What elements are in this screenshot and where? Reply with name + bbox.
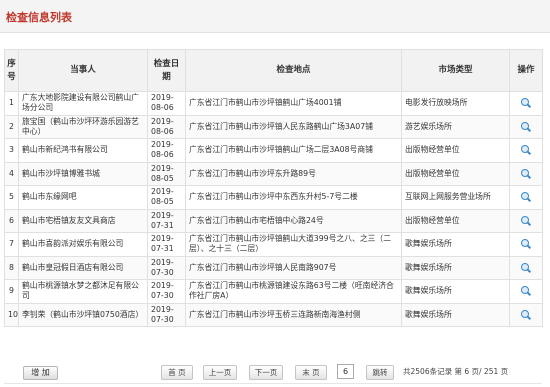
- cell-operation: [509, 91, 543, 116]
- cell-date: 2019-08-06: [147, 138, 186, 163]
- cell-location: 广东省江门市鹤山市沙坪中东西东升村5-7号二楼: [185, 185, 402, 210]
- cell-party: 李钊荣（鹤山市沙坪镇0750酒店）: [18, 302, 148, 327]
- cell-operation: [509, 208, 543, 233]
- cell-date: 2019-07-30: [147, 255, 186, 280]
- cell-party: 鹤山市桃源镇水梦之都沐足有限公司: [18, 279, 148, 304]
- title-bar: 检查信息列表: [0, 0, 550, 33]
- first-page-button[interactable]: 首 页: [161, 365, 193, 380]
- cell-party: 鹤山市新纪鸿书有限公司: [18, 138, 148, 163]
- cell-date: 2019-07-30: [147, 279, 186, 304]
- cell-location: 广东省江门市鹤山市沙坪镇鹤山大道399号之八、之三（二层）、之十三（二层）: [185, 232, 402, 257]
- table-row: 7 鹤山市喜韵派对娱乐有限公司 2019-07-31 广东省江门市鹤山市沙坪镇鹤山大道…: [4, 232, 543, 257]
- search-icon[interactable]: [521, 121, 531, 132]
- cell-operation: [509, 185, 543, 210]
- table-row: 2 旅宝国（鹤山市沙坪环游乐园游艺中心） 2019-08-06 广东省江门市鹤山市沙坪…: [4, 114, 543, 139]
- search-icon[interactable]: [521, 145, 531, 155]
- cell-no: 5: [4, 185, 19, 210]
- cell-operation: [509, 302, 543, 327]
- cell-operation: [509, 255, 543, 280]
- cell-no: 7: [4, 232, 19, 257]
- cell-no: 9: [4, 279, 19, 304]
- add-button[interactable]: 增 加: [23, 366, 58, 380]
- cell-location: 广东省江门市鹤山市沙坪玉桥三连路新南海渔村侧: [185, 302, 402, 327]
- table-row: 1 广东大地影院建设有限公司鹤山广场分公司 2019-08-06 广东省江门市鹤山市沙…: [4, 91, 543, 116]
- cell-market-type: 互联网上网服务营业场所: [401, 185, 510, 210]
- cell-market-type: 电影发行放映场所: [401, 91, 510, 116]
- cell-market-type: 歌舞娱乐场所: [401, 279, 510, 304]
- cell-date: 2019-08-05: [147, 185, 186, 210]
- cell-market-type: 出版物经营单位: [401, 138, 510, 163]
- cell-date: 2019-07-31: [147, 208, 186, 233]
- search-icon[interactable]: [521, 239, 531, 249]
- page-title: 检查信息列表: [6, 11, 72, 24]
- cell-location: 广东省江门市鹤山市宅梧镇中心路24号: [185, 208, 402, 233]
- cell-no: 6: [4, 208, 19, 233]
- cell-no: 2: [4, 114, 19, 139]
- cell-date: 2019-07-31: [147, 232, 186, 257]
- cell-market-type: 歌舞娱乐场所: [401, 255, 510, 280]
- cell-operation: [509, 232, 543, 257]
- table-row: 5 鹤山市东缘网吧 2019-08-05 广东省江门市鹤山市沙坪中东西东升村5-7号二…: [4, 185, 543, 210]
- cell-no: 1: [4, 91, 19, 116]
- cell-party: 旅宝国（鹤山市沙坪环游乐园游艺中心）: [18, 114, 148, 139]
- cell-party: 鹤山市喜韵派对娱乐有限公司: [18, 232, 148, 257]
- header-no: 序号: [4, 49, 19, 92]
- cell-location: 广东省江门市鹤山市沙坪镇人民南路907号: [185, 255, 402, 280]
- table-row: 4 鹤山市沙坪镇博雅书城 2019-08-05 广东省江门市鹤山市沙坪东升路89号 出版…: [4, 161, 543, 186]
- cell-party: 鹤山市皇冠假日酒店有限公司: [18, 255, 148, 280]
- cell-operation: [509, 138, 543, 163]
- cell-location: 广东省江门市鹤山市沙坪镇鹤山广场二层3A08号商铺: [185, 138, 402, 163]
- cell-operation: [509, 114, 543, 139]
- cell-party: 广东大地影院建设有限公司鹤山广场分公司: [18, 91, 148, 116]
- pager-info: 共2506条记录 第 6 页/ 251 页: [403, 367, 509, 376]
- table-row: 3 鹤山市新纪鸿书有限公司 2019-08-06 广东省江门市鹤山市沙坪镇鹤山广场二层…: [4, 138, 543, 163]
- header-date: 检查日期: [147, 49, 186, 92]
- search-icon[interactable]: [521, 286, 531, 296]
- next-page-button[interactable]: 下一页: [249, 365, 283, 380]
- header-market-type: 市场类型: [401, 49, 510, 92]
- cell-date: 2019-08-05: [147, 161, 186, 186]
- cell-location: 广东省江门市鹤山市沙坪镇鹤山广场4001铺: [185, 91, 402, 116]
- footer-divider: [4, 383, 542, 384]
- cell-market-type: 出版物经营单位: [401, 161, 510, 186]
- table-row: 6 鹤山市宅梧镇友友文具商店 2019-07-31 广东省江门市鹤山市宅梧镇中心路24…: [4, 208, 543, 233]
- cell-location: 广东省江门市鹤山市沙坪镇人民东路鹤山广场3A07铺: [185, 114, 402, 139]
- prev-page-button[interactable]: 上一页: [203, 365, 237, 380]
- cell-market-type: 歌舞娱乐场所: [401, 232, 510, 257]
- cell-market-type: 歌舞娱乐场所: [401, 302, 510, 327]
- search-icon[interactable]: [521, 168, 531, 179]
- page-number-input[interactable]: 6: [337, 364, 354, 379]
- cell-party: 鹤山市宅梧镇友友文具商店: [18, 208, 148, 233]
- cell-no: 3: [4, 138, 19, 163]
- cell-market-type: 出版物经营单位: [401, 208, 510, 233]
- cell-date: 2019-08-06: [147, 91, 186, 116]
- search-icon[interactable]: [521, 262, 531, 273]
- cell-date: 2019-07-30: [147, 302, 186, 327]
- cell-date: 2019-08-06: [147, 114, 186, 139]
- table-row: 10 李钊荣（鹤山市沙坪镇0750酒店） 2019-07-30 广东省江门市鹤山市沙坪…: [4, 302, 543, 327]
- cell-operation: [509, 161, 543, 186]
- search-icon[interactable]: [521, 98, 531, 108]
- go-button[interactable]: 跳转: [366, 365, 394, 380]
- inspection-table: 序号 当事人 检查日期 检查地点 市场类型 操作 1 广东大地影院建设有限公司鹤山…: [4, 49, 543, 327]
- cell-operation: [509, 279, 543, 304]
- header-operation: 操作: [509, 49, 543, 92]
- table-header-row: 序号 当事人 检查日期 检查地点 市场类型 操作: [4, 49, 543, 92]
- cell-location: 广东省江门市鹤山市桃源镇建设东路63号二楼（旺南经济合作社厂房A）: [185, 279, 402, 304]
- table-row: 8 鹤山市皇冠假日酒店有限公司 2019-07-30 广东省江门市鹤山市沙坪镇人民南路…: [4, 255, 543, 280]
- cell-party: 鹤山市东缘网吧: [18, 185, 148, 210]
- search-icon[interactable]: [521, 192, 531, 202]
- last-page-button[interactable]: 末 页: [295, 365, 327, 380]
- cell-no: 10: [4, 302, 19, 327]
- cell-location: 广东省江门市鹤山市沙坪东升路89号: [185, 161, 402, 186]
- header-party: 当事人: [18, 49, 148, 92]
- table-row: 9 鹤山市桃源镇水梦之都沐足有限公司 2019-07-30 广东省江门市鹤山市桃源镇建…: [4, 279, 543, 304]
- search-icon[interactable]: [521, 215, 531, 226]
- header-location: 检查地点: [185, 49, 402, 92]
- cell-market-type: 游艺娱乐场所: [401, 114, 510, 139]
- cell-no: 4: [4, 161, 19, 186]
- cell-party: 鹤山市沙坪镇博雅书城: [18, 161, 148, 186]
- cell-no: 8: [4, 255, 19, 280]
- search-icon[interactable]: [521, 309, 531, 320]
